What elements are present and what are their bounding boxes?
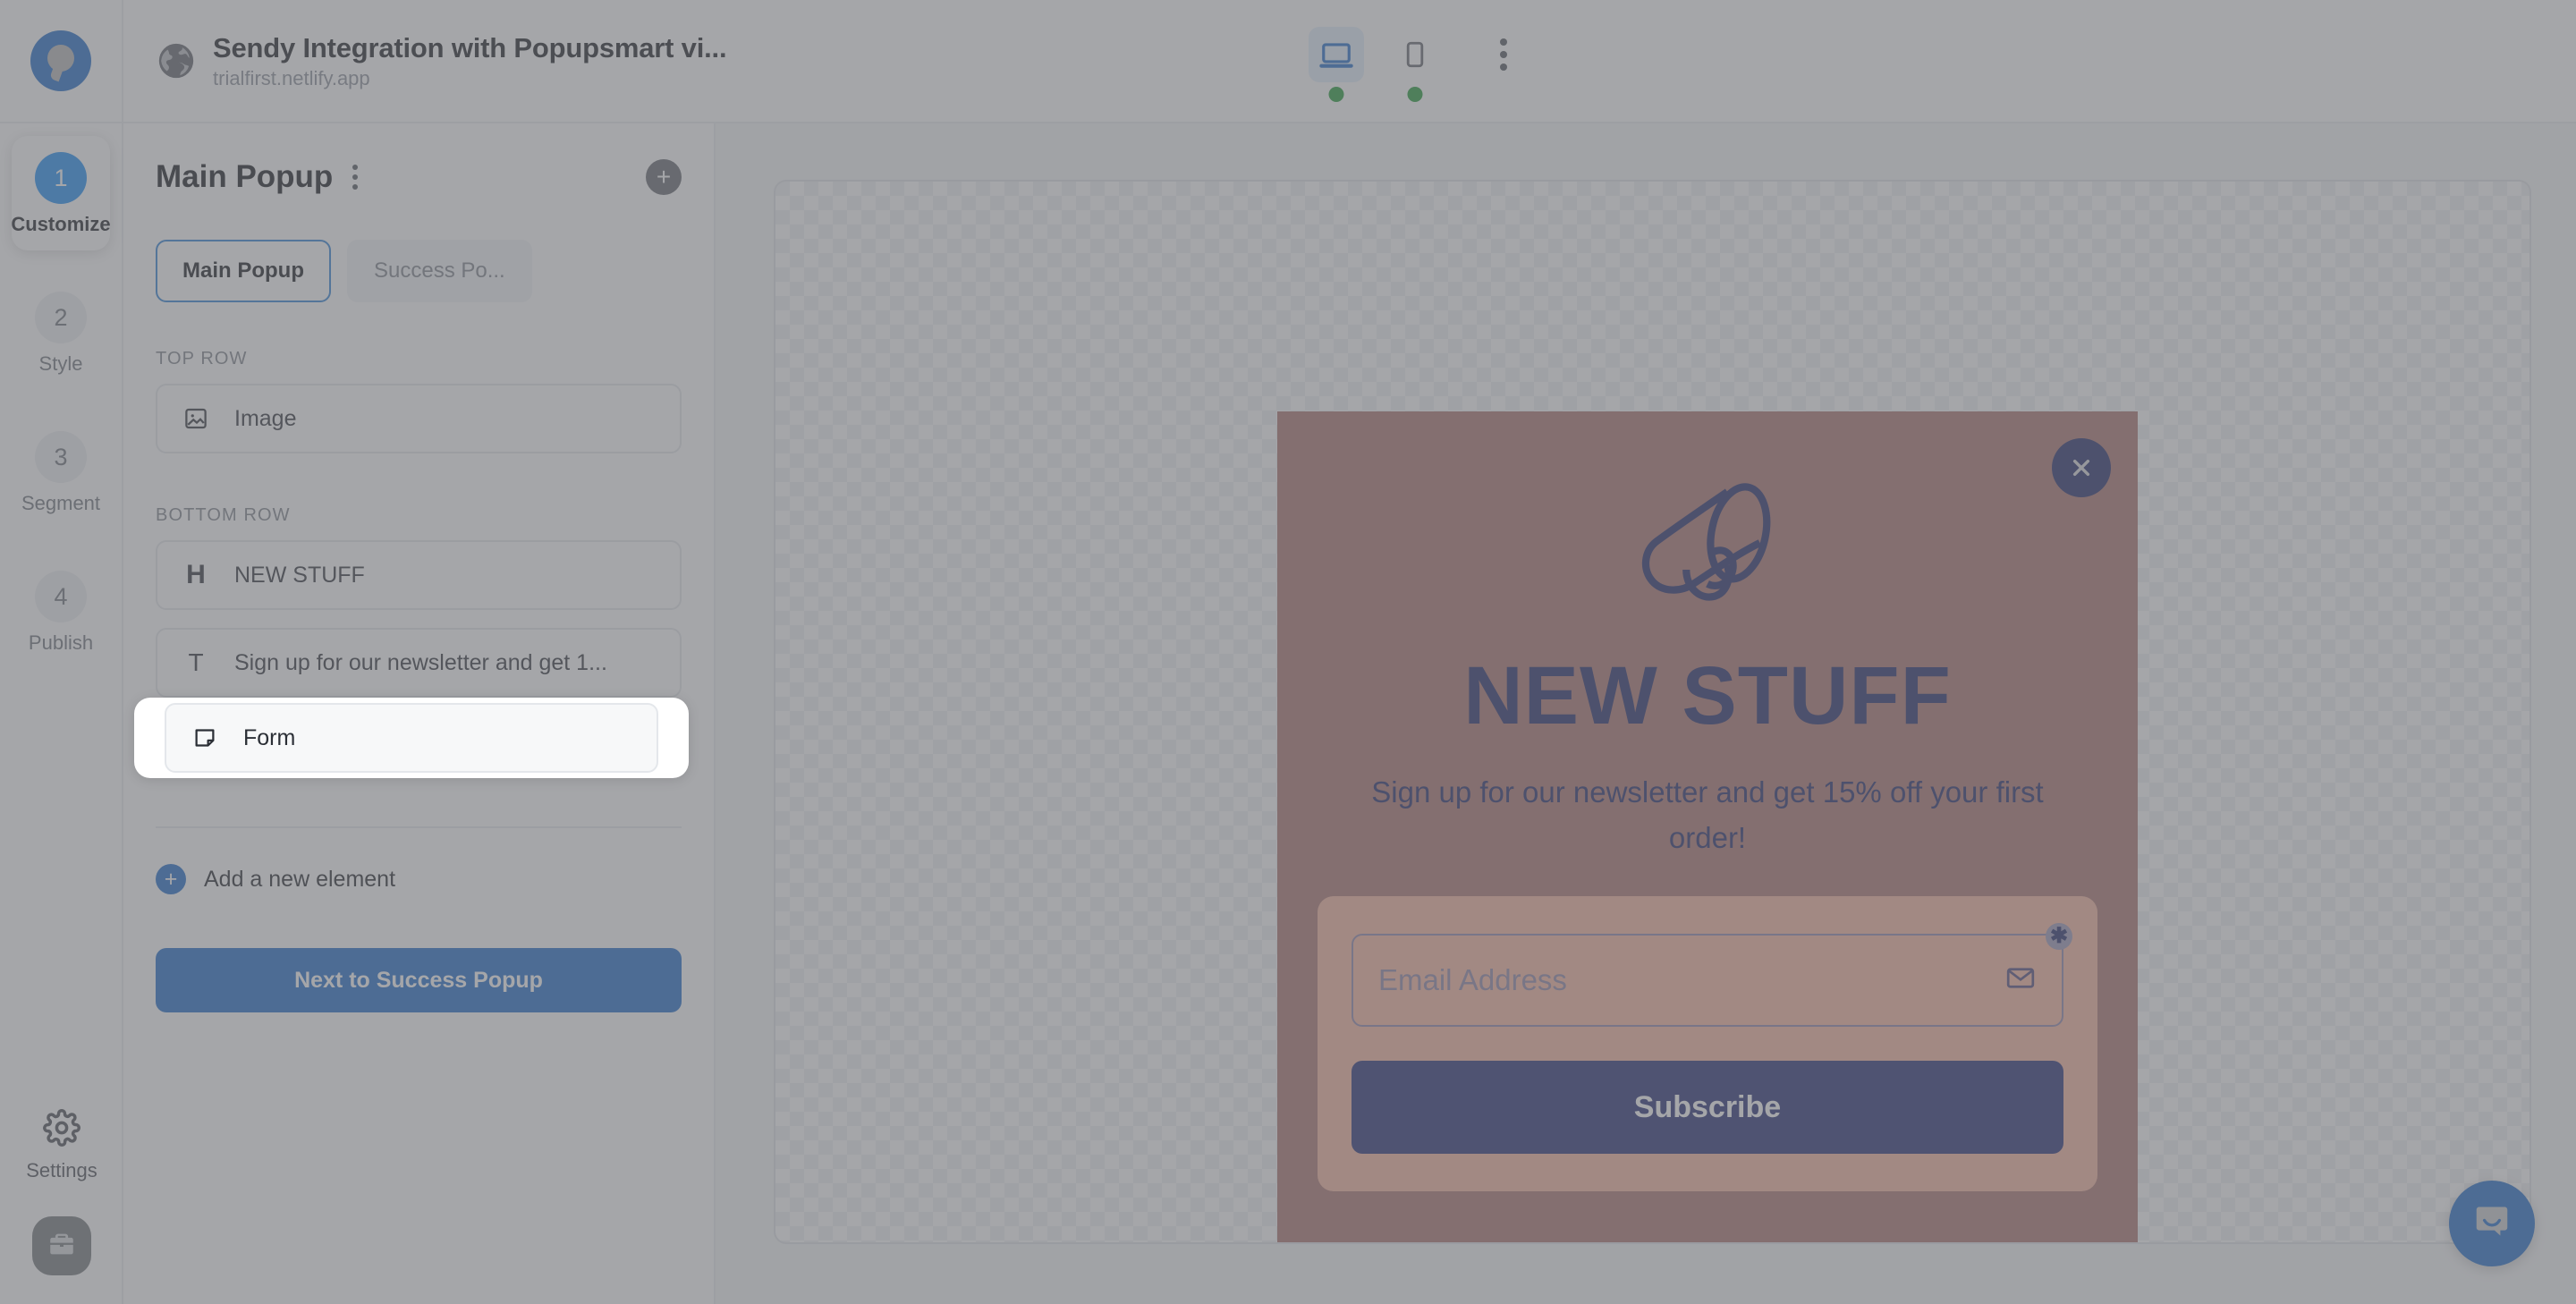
mobile-status-dot [1408,87,1423,102]
popup-preview[interactable]: NEW STUFF Sign up for our newsletter and… [1277,411,2138,1244]
add-new-element-label: Add a new element [204,867,395,893]
step-label: Segment [21,492,100,515]
mobile-view-button[interactable] [1387,27,1443,82]
tab-success-popup[interactable]: Success Po... [347,240,532,302]
add-new-element-button[interactable]: + Add a new element [156,864,682,894]
settings-label: Settings [26,1159,97,1182]
globe-icon [156,40,197,81]
device-preview-toggle [1309,27,1529,82]
popup-subtitle: Sign up for our newsletter and get 15% o… [1350,769,2065,860]
kebab-menu-icon[interactable] [349,161,361,193]
sidebar-step-style[interactable]: 2 Style [12,275,110,390]
step-list: 1 Customize 2 Style 3 Segment 4 Publish [0,123,122,669]
panel-divider [156,826,682,828]
rail-footer: Settings [0,1109,123,1275]
popup-content: NEW STUFF Sign up for our newsletter and… [1277,411,2138,1191]
sidebar-step-segment[interactable]: 3 Segment [12,415,110,529]
text-icon-glyph: T [188,648,203,677]
envelope-icon [2004,962,2037,999]
image-icon [181,403,211,434]
briefcase-icon [47,1229,77,1264]
sidebar-item-settings[interactable]: Settings [26,1109,97,1182]
kebab-dot-3 [1500,64,1507,71]
element-name: Form [243,725,295,751]
preview-frame: NEW STUFF Sign up for our newsletter and… [774,180,2531,1244]
top-header-bar: Sendy Integration with Popupsmart vi... … [0,0,2576,123]
site-info: Sendy Integration with Popupsmart vi... … [156,32,726,90]
app-root: Sendy Integration with Popupsmart vi... … [0,0,2576,1304]
tab-label: Success Po... [374,258,505,284]
heading-icon-glyph: H [186,560,206,590]
kebab-dot-1 [1500,38,1507,46]
element-row-heading[interactable]: H NEW STUFF [156,540,682,610]
step-label: Publish [29,631,93,655]
email-input[interactable]: Email Address ✱ [1352,934,2063,1027]
element-row-image[interactable]: Image [156,384,682,453]
form-icon [190,723,220,753]
element-name: NEW STUFF [234,563,365,588]
element-row-text[interactable]: T Sign up for our newsletter and get 1..… [156,628,682,698]
sidebar-step-customize[interactable]: 1 Customize [12,136,110,250]
kebab-dot-1 [352,165,358,170]
element-row-form[interactable]: Form [165,703,658,773]
popup-tabs: Main Popup Success Po... [156,240,682,302]
chat-bubble-icon [2471,1201,2512,1247]
sidebar-step-publish[interactable]: 4 Publish [12,555,110,669]
close-icon[interactable] [2052,438,2111,497]
panel-header: Main Popup + [156,159,682,195]
briefcase-button[interactable] [32,1216,91,1275]
heading-icon: H [181,560,211,590]
element-name: Image [234,406,296,432]
email-placeholder: Email Address [1378,963,1567,997]
step-number: 2 [35,292,87,343]
popup-form: Email Address ✱ Subscribe [1318,896,2097,1191]
spotlight-highlight: Form [134,698,689,778]
plus-icon: + [156,864,186,894]
step-number: 3 [35,431,87,483]
page-title: Sendy Integration with Popupsmart vi... [213,32,726,64]
app-logo[interactable] [0,0,123,123]
kebab-dot-2 [352,174,358,180]
plus-circle-icon[interactable]: + [646,159,682,195]
chat-widget-button[interactable] [2449,1181,2535,1266]
panel-title: Main Popup [156,159,333,195]
site-url: trialfirst.netlify.app [213,67,726,89]
step-label: Customize [11,213,110,236]
element-name: Sign up for our newsletter and get 1... [234,650,607,676]
subscribe-button[interactable]: Subscribe [1352,1061,2063,1154]
megaphone-icon [1623,481,1792,624]
preview-canvas: NEW STUFF Sign up for our newsletter and… [716,123,2576,1304]
gear-icon [43,1109,80,1151]
text-icon: T [181,648,211,678]
popup-heading: NEW STUFF [1463,655,1952,737]
required-badge: ✱ [2046,923,2072,950]
kebab-dot-3 [352,184,358,190]
row-spacer [156,471,682,505]
desktop-status-dot [1329,87,1344,102]
kebab-dot-2 [1500,51,1507,58]
more-options-button[interactable] [1479,27,1529,82]
step-label: Style [39,352,83,376]
step-number: 4 [35,571,87,622]
step-number: 1 [35,152,87,204]
top-row-label: TOP ROW [156,349,682,369]
step-rail: 1 Customize 2 Style 3 Segment 4 Publish [0,123,123,1304]
bottom-row-label: BOTTOM ROW [156,505,682,526]
tab-main-popup[interactable]: Main Popup [156,240,331,302]
tab-label: Main Popup [182,258,304,284]
popupsmart-logo-icon [30,30,91,91]
desktop-view-button[interactable] [1309,27,1364,82]
next-to-success-popup-button[interactable]: Next to Success Popup [156,948,682,1012]
